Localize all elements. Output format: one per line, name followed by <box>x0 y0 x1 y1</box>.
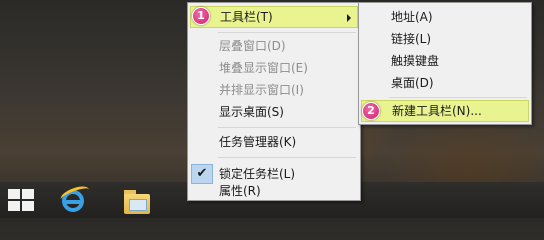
internet-explorer-icon[interactable] <box>58 183 92 214</box>
menu-item-toolbars[interactable]: 工具栏(T) <box>190 6 358 28</box>
submenu-item-links[interactable]: 链接(L) <box>361 28 529 50</box>
menu-separator <box>389 97 527 98</box>
menu-item-label: 工具栏(T) <box>220 10 273 24</box>
menu-item-label: 触摸键盘 <box>391 54 440 68</box>
file-explorer-icon[interactable] <box>122 190 152 216</box>
menu-item-label: 新建工具栏(N)... <box>392 104 482 118</box>
submenu-item-new-toolbar[interactable]: 新建工具栏(N)... <box>361 100 529 122</box>
menu-item-cascade-windows[interactable]: 层叠窗口(D) <box>190 35 358 57</box>
menu-separator <box>218 127 356 128</box>
menu-separator <box>218 157 356 158</box>
menu-item-stack-windows[interactable]: 堆叠显示窗口(E) <box>190 57 358 79</box>
submenu-item-desktop[interactable]: 桌面(D) <box>361 72 529 94</box>
menu-item-label: 地址(A) <box>391 10 433 24</box>
menu-item-label: 桌面(D) <box>391 76 434 90</box>
toolbars-submenu: 地址(A) 链接(L) 触摸键盘 桌面(D) 新建工具栏(N)... <box>358 2 532 125</box>
step-badge-2: 2 <box>362 102 380 120</box>
menu-item-label: 显示桌面(S) <box>219 105 284 119</box>
menu-item-task-manager[interactable]: 任务管理器(K) <box>190 131 358 153</box>
step-badge-1: 1 <box>192 7 210 25</box>
menu-separator <box>218 32 356 33</box>
windows-start-icon[interactable] <box>8 189 34 211</box>
menu-item-label: 链接(L) <box>391 32 432 46</box>
submenu-item-touch-keyboard[interactable]: 触摸键盘 <box>361 50 529 72</box>
menu-item-label: 堆叠显示窗口(E) <box>219 61 308 75</box>
menu-item-label: 属性(R) <box>219 184 261 198</box>
menu-item-properties[interactable]: 属性(R) <box>190 185 358 198</box>
taskbar-context-menu: 工具栏(T) 层叠窗口(D) 堆叠显示窗口(E) 并排显示窗口(I) 显示桌面(… <box>187 2 361 201</box>
menu-item-show-desktop[interactable]: 显示桌面(S) <box>190 101 358 123</box>
menu-item-label: 并排显示窗口(I) <box>219 83 304 97</box>
menu-item-lock-taskbar[interactable]: 锁定任务栏(L) <box>190 163 358 185</box>
submenu-arrow-icon <box>347 14 351 22</box>
submenu-item-address[interactable]: 地址(A) <box>361 6 529 28</box>
menu-item-label: 任务管理器(K) <box>219 135 297 149</box>
menu-item-label: 层叠窗口(D) <box>219 39 286 53</box>
menu-item-side-by-side[interactable]: 并排显示窗口(I) <box>190 79 358 101</box>
menu-item-label: 锁定任务栏(L) <box>219 167 296 181</box>
